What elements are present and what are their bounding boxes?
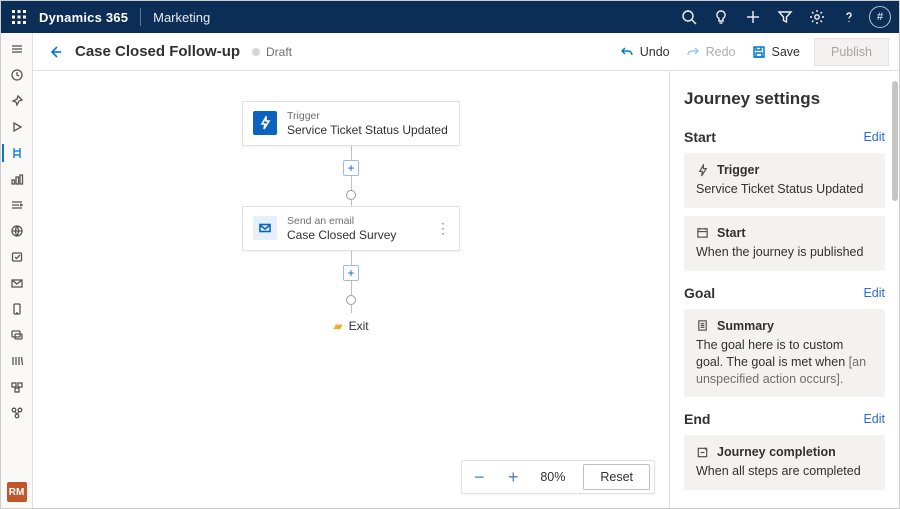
mail-icon	[253, 216, 277, 240]
rail-analytics-icon[interactable]	[2, 167, 32, 191]
journey-canvas[interactable]: Trigger Service Ticket Status Updated +	[33, 71, 669, 508]
left-nav-rail: RM	[1, 33, 33, 508]
command-bar: Case Closed Follow-up Draft Undo Redo Sa…	[33, 33, 899, 71]
zoom-out-button[interactable]: −	[462, 460, 496, 494]
end-completion-card: Journey completion When all steps are co…	[684, 435, 885, 490]
lightning-icon	[253, 111, 277, 135]
node-value: Case Closed Survey	[287, 228, 396, 242]
rail-messages-icon[interactable]	[2, 323, 32, 347]
node-menu-icon[interactable]: ⋮	[436, 226, 451, 230]
edit-end-link[interactable]: Edit	[863, 412, 885, 426]
trigger-node[interactable]: Trigger Service Ticket Status Updated	[242, 101, 460, 146]
connector-dot	[346, 295, 356, 305]
section-title-end: End	[684, 411, 710, 427]
redo-button[interactable]: Redo	[678, 38, 744, 66]
settings-icon[interactable]	[801, 1, 833, 33]
zoom-percent: 80%	[530, 470, 575, 484]
journey-settings-panel: Journey settings Start Edit Trigger Serv…	[669, 71, 899, 508]
start-when-card: Start When the journey is published	[684, 216, 885, 271]
rail-play-icon[interactable]	[2, 115, 32, 139]
rail-segments-icon[interactable]	[2, 375, 32, 399]
rail-library-icon[interactable]	[2, 349, 32, 373]
node-label: Trigger	[287, 110, 448, 123]
publish-button[interactable]: Publish	[814, 38, 889, 66]
rail-flow-icon[interactable]	[2, 193, 32, 217]
undo-button[interactable]: Undo	[612, 38, 678, 66]
zoom-in-button[interactable]: +	[496, 460, 530, 494]
back-button[interactable]	[43, 40, 67, 64]
rail-connections-icon[interactable]	[2, 401, 32, 425]
rail-task-icon[interactable]	[2, 245, 32, 269]
rail-recent-icon[interactable]	[2, 63, 32, 87]
save-button[interactable]: Save	[744, 38, 809, 66]
divider	[140, 8, 141, 26]
rail-mobile-icon[interactable]	[2, 297, 32, 321]
zoom-control: − + 80% Reset	[461, 460, 655, 494]
add-step-button[interactable]: +	[343, 160, 359, 176]
exit-label: Exit	[349, 319, 369, 333]
scrollbar-thumb[interactable]	[892, 81, 898, 201]
lightbulb-icon[interactable]	[705, 1, 737, 33]
add-step-button[interactable]: +	[343, 265, 359, 281]
edit-start-link[interactable]: Edit	[863, 130, 885, 144]
node-value: Service Ticket Status Updated	[287, 123, 448, 137]
page-title: Case Closed Follow-up	[75, 43, 240, 60]
help-icon[interactable]	[833, 1, 865, 33]
section-title-goal: Goal	[684, 285, 715, 301]
exit-node[interactable]: ▰ Exit	[333, 319, 368, 333]
rail-globe-icon[interactable]	[2, 219, 32, 243]
connector-dot	[346, 190, 356, 200]
goal-summary-card: Summary The goal here is to custom goal.…	[684, 309, 885, 398]
rail-menu-icon[interactable]	[2, 37, 32, 61]
add-icon[interactable]	[737, 1, 769, 33]
status-indicator	[252, 48, 260, 56]
app-launcher-icon[interactable]	[9, 7, 29, 27]
search-icon[interactable]	[673, 1, 705, 33]
node-label: Send an email	[287, 215, 396, 228]
brand-label: Dynamics 365	[39, 10, 128, 25]
rail-pin-icon[interactable]	[2, 89, 32, 113]
rail-journeys-icon[interactable]	[2, 141, 32, 165]
avatar[interactable]: #	[869, 6, 891, 28]
rail-mail-icon[interactable]	[2, 271, 32, 295]
section-title-start: Start	[684, 129, 716, 145]
edit-goal-link[interactable]: Edit	[863, 286, 885, 300]
flag-icon: ▰	[333, 319, 342, 333]
email-node[interactable]: Send an email Case Closed Survey ⋮	[242, 206, 460, 251]
status-label: Draft	[266, 45, 292, 59]
user-badge[interactable]: RM	[7, 482, 27, 502]
zoom-reset-button[interactable]: Reset	[583, 464, 650, 490]
filter-icon[interactable]	[769, 1, 801, 33]
start-trigger-card: Trigger Service Ticket Status Updated	[684, 153, 885, 208]
panel-heading: Journey settings	[684, 89, 885, 109]
module-label[interactable]: Marketing	[153, 10, 210, 25]
